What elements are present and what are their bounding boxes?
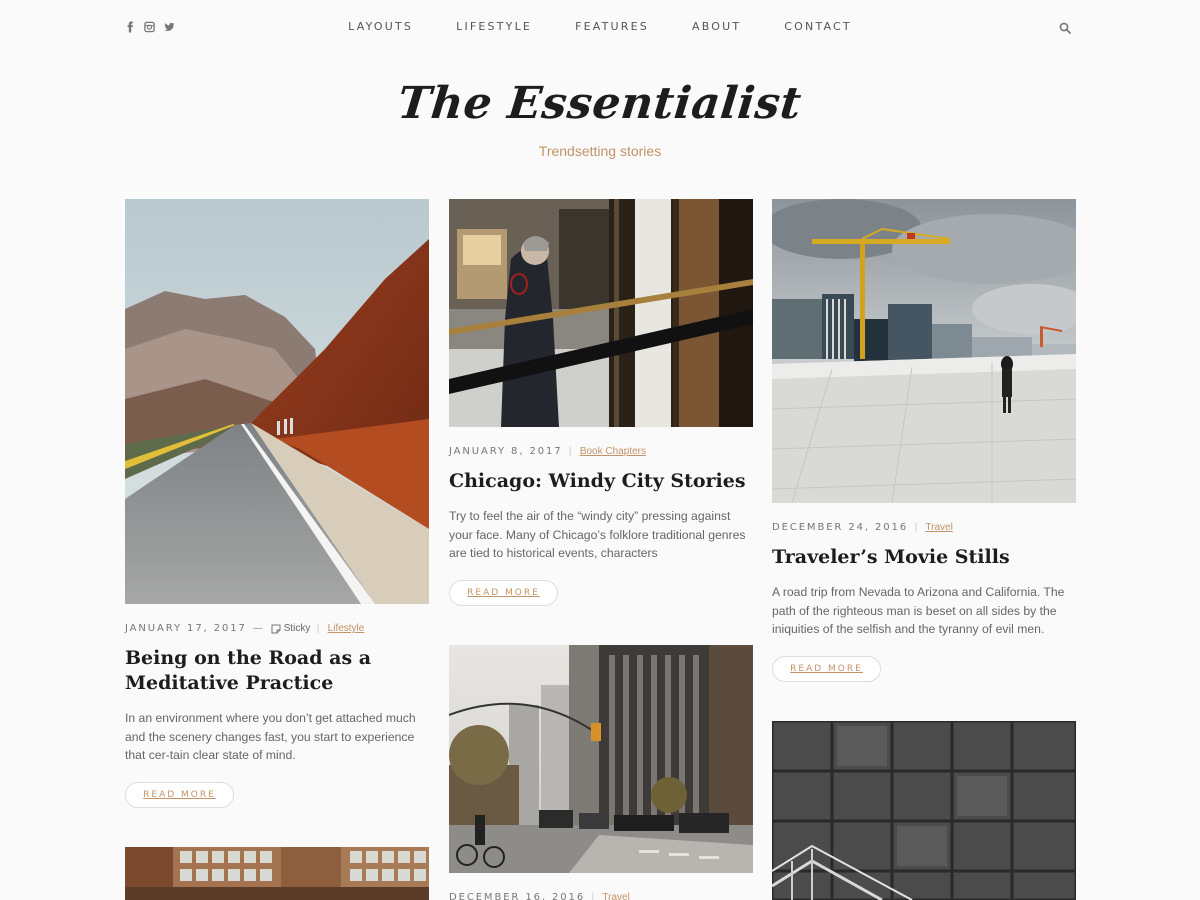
meta-separator: |: [316, 623, 322, 634]
search-icon[interactable]: [1059, 22, 1071, 34]
meta-separator: |: [568, 446, 574, 457]
post-title[interactable]: Being on the Road as a Meditative Practi…: [125, 646, 429, 696]
post-meta: JANUARY 17, 2017 — Sticky | Lifestyle: [125, 623, 429, 634]
post-meta: DECEMBER 24, 2016 | Travel: [772, 522, 1076, 533]
post-card: DECEMBER 24, 2016 | Travel Traveler’s Mo…: [772, 199, 1076, 682]
post-thumbnail[interactable]: [449, 199, 753, 427]
post-category[interactable]: Lifestyle: [328, 623, 365, 634]
post-meta: DECEMBER 16, 2016 | Travel: [449, 892, 753, 900]
nav-item-features[interactable]: FEATURES: [575, 20, 649, 33]
post-date: DECEMBER 16, 2016: [449, 892, 586, 900]
nav-item-about[interactable]: ABOUT: [692, 20, 741, 33]
site-branding: The Essentialist Trendsetting stories: [0, 78, 1200, 159]
post-category[interactable]: Travel: [602, 892, 629, 900]
meta-separator: |: [914, 522, 920, 533]
meta-dash: —: [252, 623, 265, 634]
post-date: DECEMBER 24, 2016: [772, 522, 909, 533]
post-excerpt: In an environment where you don’t get at…: [125, 711, 416, 762]
post-category[interactable]: Travel: [925, 522, 952, 533]
sticky-label: Sticky: [271, 623, 311, 634]
city-door-image: [449, 199, 753, 427]
nav-item-contact[interactable]: CONTACT: [784, 20, 852, 33]
site-logo[interactable]: The Essentialist: [396, 78, 805, 129]
post-date: JANUARY 17, 2017: [125, 623, 247, 634]
post-thumbnail[interactable]: [125, 199, 429, 604]
post-title[interactable]: Chicago: Windy City Stories: [449, 469, 753, 494]
post-card: [772, 721, 1076, 900]
top-bar: LAYOUTS LIFESTYLE FEATURES ABOUT CONTACT: [0, 0, 1200, 56]
site-tagline: Trendsetting stories: [538, 143, 662, 159]
post-excerpt: A road trip from Nevada to Arizona and C…: [772, 585, 1065, 636]
post-card: JANUARY 8, 2017 | Book Chapters Chicago:…: [449, 199, 753, 606]
nav-item-lifestyle[interactable]: LIFESTYLE: [456, 20, 532, 33]
tiled-wall-stairs-image: [772, 721, 1076, 900]
post-excerpt: Try to feel the air of the “windy city” …: [449, 509, 746, 560]
post-thumbnail[interactable]: [449, 645, 753, 873]
sticky-note-icon: [271, 624, 281, 633]
nav-item-layouts[interactable]: LAYOUTS: [348, 20, 413, 33]
read-more-button[interactable]: READ MORE: [125, 781, 234, 808]
post-card: JANUARY 17, 2017 — Sticky | Lifestyle Be…: [125, 199, 429, 808]
road-landscape-image: [125, 199, 429, 604]
post-thumbnail[interactable]: [772, 199, 1076, 503]
post-date: JANUARY 8, 2017: [449, 446, 563, 457]
post-card: DECEMBER 16, 2016 | Travel: [449, 645, 753, 900]
meta-separator: |: [591, 892, 597, 900]
post-title[interactable]: Traveler’s Movie Stills: [772, 545, 1076, 570]
brick-building-image: [125, 847, 429, 900]
post-category[interactable]: Book Chapters: [580, 446, 646, 457]
read-more-button[interactable]: READ MORE: [449, 579, 558, 606]
crane-plaza-image: [772, 199, 1076, 503]
city-street-image: [449, 645, 753, 873]
post-thumbnail[interactable]: [772, 721, 1076, 900]
post-card: [125, 847, 429, 900]
main-nav: LAYOUTS LIFESTYLE FEATURES ABOUT CONTACT: [0, 20, 1200, 33]
post-thumbnail[interactable]: [125, 847, 429, 900]
sticky-text: Sticky: [283, 623, 311, 634]
read-more-button[interactable]: READ MORE: [772, 655, 881, 682]
post-meta: JANUARY 8, 2017 | Book Chapters: [449, 446, 753, 457]
